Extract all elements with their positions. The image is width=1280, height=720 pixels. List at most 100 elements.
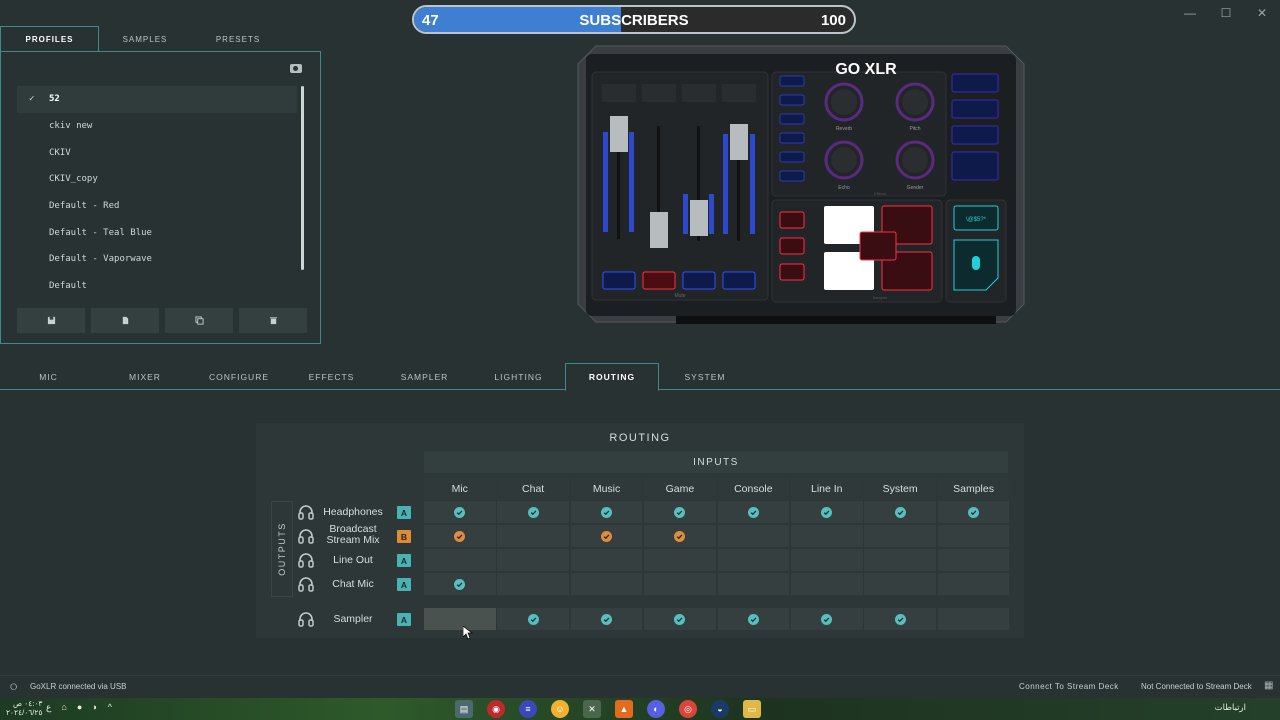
tab-sampler[interactable]: SAMPLER: [377, 363, 472, 390]
routing-cell[interactable]: [864, 573, 936, 595]
camera-icon[interactable]: [290, 64, 302, 73]
taskbar-clock[interactable]: ٠٤:٠٣ ص ٢٠٢٤/٠٦/٢٥: [6, 699, 42, 717]
copy-profile-button[interactable]: [165, 308, 233, 333]
routing-cell[interactable]: [644, 549, 716, 571]
routing-cell[interactable]: [791, 549, 863, 571]
routing-cell[interactable]: [937, 608, 1010, 630]
routing-cell[interactable]: [864, 608, 936, 630]
output-mix-badge[interactable]: B: [397, 530, 411, 543]
goxlr-app-icon[interactable]: ✕: [583, 700, 601, 718]
stream-deck-icon: ▦: [1264, 680, 1274, 691]
tab-mic[interactable]: MIC: [0, 363, 97, 390]
close-icon[interactable]: ✕: [1244, 4, 1280, 22]
tab-profiles[interactable]: PROFILES: [0, 26, 99, 52]
routing-cell[interactable]: [864, 525, 936, 547]
file-explorer-app-icon[interactable]: ▭: [743, 700, 761, 718]
routing-cell[interactable]: [937, 501, 1010, 523]
maximize-icon[interactable]: ☐: [1208, 4, 1244, 22]
headphones-icon: [297, 527, 315, 545]
profile-item[interactable]: ✓ 52: [17, 86, 297, 113]
routing-cell[interactable]: [791, 608, 863, 630]
tab-mixer[interactable]: MIXER: [97, 363, 193, 390]
network-icon[interactable]: ⌂: [61, 702, 66, 713]
tab-presets[interactable]: PRESETS: [191, 26, 285, 52]
routing-cell[interactable]: [717, 501, 790, 523]
profile-item[interactable]: CKIV_copy: [17, 166, 297, 193]
routing-cell[interactable]: [424, 549, 496, 571]
routing-cell[interactable]: [570, 608, 643, 630]
routing-cell[interactable]: [497, 549, 569, 571]
routing-cell[interactable]: [864, 549, 936, 571]
chat-app-icon[interactable]: ◐: [647, 700, 665, 718]
settings-app-icon[interactable]: ≡: [519, 700, 537, 718]
chrome-app-icon[interactable]: ◎: [679, 700, 697, 718]
routing-cell[interactable]: [937, 525, 1010, 547]
routing-cell[interactable]: [497, 525, 569, 547]
routing-cell[interactable]: [497, 501, 569, 523]
routing-cell[interactable]: [644, 525, 716, 547]
routing-cell[interactable]: [937, 549, 1010, 571]
output-mix-badge[interactable]: A: [397, 613, 411, 626]
routing-cell[interactable]: [570, 525, 643, 547]
routing-cell[interactable]: [497, 573, 569, 595]
discord-app-icon[interactable]: ☺: [551, 700, 569, 718]
tab-system[interactable]: SYSTEM: [659, 363, 751, 390]
routing-cell[interactable]: [497, 608, 569, 630]
routing-cell[interactable]: [570, 549, 643, 571]
checkmark-icon: [601, 506, 613, 518]
profile-item[interactable]: Default - Teal Blue: [17, 219, 297, 246]
routing-cell[interactable]: [644, 608, 716, 630]
routing-cell[interactable]: [424, 573, 496, 595]
profile-item[interactable]: Default - Vaporwave: [17, 246, 297, 273]
output-mix-badge[interactable]: A: [397, 506, 411, 519]
routing-cell[interactable]: [570, 501, 643, 523]
routing-cell[interactable]: [644, 501, 716, 523]
connect-stream-deck-button[interactable]: Connect To Stream Deck: [1019, 682, 1119, 691]
vlc-app-icon[interactable]: ▲: [615, 700, 633, 718]
delete-profile-button[interactable]: [239, 308, 307, 333]
routing-cell[interactable]: [717, 573, 790, 595]
tab-samples[interactable]: SAMPLES: [99, 26, 191, 52]
effect-side-buttons[interactable]: [951, 73, 999, 181]
tab-lighting[interactable]: LIGHTING: [472, 363, 565, 390]
profile-item[interactable]: Default - Red: [17, 193, 297, 220]
profile-item[interactable]: CKIV: [17, 139, 297, 166]
routing-cell[interactable]: [644, 573, 716, 595]
notepad-app-icon[interactable]: ▤: [455, 700, 473, 718]
checkmark-icon: [601, 530, 613, 542]
routing-cell[interactable]: [937, 573, 1010, 595]
trash-icon: [269, 317, 277, 325]
tab-configure[interactable]: CONFIGURE: [190, 363, 288, 390]
routing-cell[interactable]: [717, 608, 790, 630]
chevron-up-icon[interactable]: ^: [108, 702, 112, 713]
routing-cell[interactable]: [791, 525, 863, 547]
profile-list: ✓ 52 ckiv new CKIV CKIV_copy Default - Red Def…: [17, 86, 297, 300]
routing-cell[interactable]: [791, 573, 863, 595]
routing-cell[interactable]: [424, 501, 496, 523]
profile-item[interactable]: Default: [17, 273, 297, 300]
tab-routing[interactable]: ROUTING: [565, 363, 659, 391]
profile-list-scrollbar[interactable]: [301, 86, 304, 270]
taskbar-label[interactable]: ارتباطات: [1215, 702, 1246, 713]
routing-cell[interactable]: [864, 501, 936, 523]
checkmark-icon: [454, 578, 466, 590]
routing-cell[interactable]: [424, 608, 496, 630]
routing-cell[interactable]: [791, 501, 863, 523]
output-mix-badge[interactable]: A: [397, 554, 411, 567]
save-profile-button[interactable]: [17, 308, 85, 333]
routing-cell[interactable]: [717, 549, 790, 571]
routing-cell[interactable]: [717, 525, 790, 547]
microphone-icon[interactable]: ●: [77, 702, 82, 713]
sampler-bank-buttons[interactable]: [779, 211, 805, 281]
language-indicator[interactable]: ع: [46, 702, 51, 713]
steam-app-icon[interactable]: ◒: [711, 700, 729, 718]
routing-cell[interactable]: [570, 573, 643, 595]
minimize-icon[interactable]: —: [1172, 4, 1208, 22]
tab-effects[interactable]: EFFECTS: [286, 363, 377, 390]
recorder-app-icon[interactable]: ◉: [487, 700, 505, 718]
output-mix-badge[interactable]: A: [397, 578, 411, 591]
routing-cell[interactable]: [424, 525, 496, 547]
profile-item[interactable]: ckiv new: [17, 113, 297, 140]
volume-icon[interactable]: ◗: [92, 702, 97, 713]
new-profile-button[interactable]: [91, 308, 159, 333]
